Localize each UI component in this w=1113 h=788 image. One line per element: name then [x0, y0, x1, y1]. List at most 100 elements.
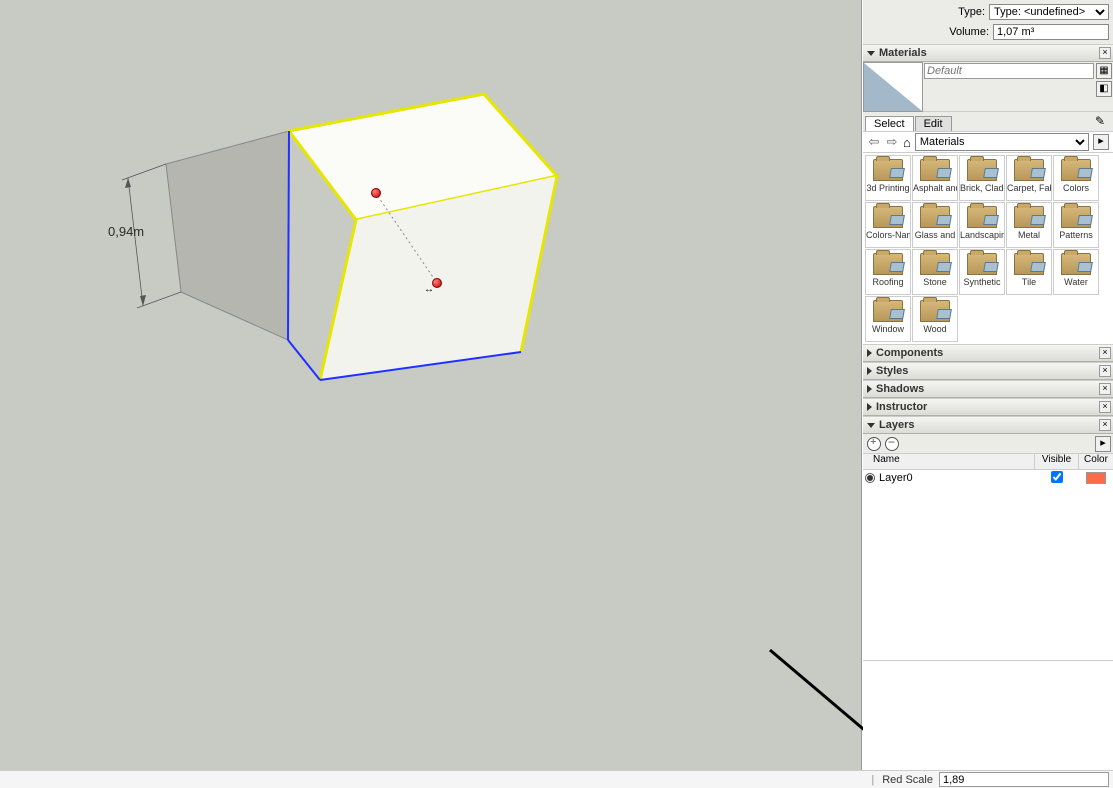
folder-icon: [873, 300, 903, 322]
materials-panel-body: ▦ ◧ Select Edit ✎ ⇦ ⇨ ⌂ Materials ▸ 3d P…: [863, 62, 1113, 344]
folder-icon: [920, 253, 950, 275]
folder-icon: [920, 206, 950, 228]
entity-info-panel: Type: Type: <undefined> Volume:: [863, 0, 1113, 44]
layers-panel-header[interactable]: Layers ×: [863, 416, 1113, 434]
3d-viewport[interactable]: 0,94m ↔: [0, 0, 862, 770]
folder-icon: [1014, 253, 1044, 275]
panel-title: Shadows: [876, 383, 924, 395]
close-icon[interactable]: ×: [1099, 347, 1111, 359]
layers-column-headers: Name Visible Color: [863, 454, 1113, 470]
panel-title: Layers: [879, 419, 914, 431]
layers-panel-body: ▸ Name Visible Color Layer0: [863, 434, 1113, 770]
remove-layer-button[interactable]: [885, 437, 899, 451]
column-name[interactable]: Name: [863, 454, 1035, 469]
instructor-panel-header[interactable]: Instructor ×: [863, 398, 1113, 416]
materials-tabs: Select Edit ✎: [863, 112, 1113, 131]
layer-name: Layer0: [879, 472, 1035, 484]
layer-color-swatch[interactable]: [1086, 472, 1106, 484]
folder-icon: [873, 253, 903, 275]
layers-list: Layer0: [863, 470, 1113, 660]
active-layer-radio[interactable]: [865, 473, 875, 483]
close-icon[interactable]: ×: [1099, 383, 1111, 395]
folder-3d-printing[interactable]: 3d Printing: [865, 155, 911, 201]
materials-library-combo[interactable]: Materials: [915, 133, 1089, 151]
type-dropdown[interactable]: Type: <undefined>: [989, 4, 1109, 20]
folder-glass[interactable]: Glass and: [912, 202, 958, 248]
shadows-panel-header[interactable]: Shadows ×: [863, 380, 1113, 398]
close-icon[interactable]: ×: [1099, 365, 1111, 377]
styles-panel-header[interactable]: Styles ×: [863, 362, 1113, 380]
volume-field: [993, 24, 1109, 40]
panel-title: Components: [876, 347, 943, 359]
folder-colors[interactable]: Colors: [1053, 155, 1099, 201]
nav-back-icon[interactable]: ⇦: [867, 135, 881, 149]
folder-roofing[interactable]: Roofing: [865, 249, 911, 295]
materials-nav-bar: ⇦ ⇨ ⌂ Materials ▸: [863, 131, 1113, 153]
folder-asphalt[interactable]: Asphalt and: [912, 155, 958, 201]
folder-stone[interactable]: Stone: [912, 249, 958, 295]
layer-row[interactable]: Layer0: [863, 470, 1113, 486]
panel-title: Materials: [879, 47, 927, 59]
add-layer-button[interactable]: [867, 437, 881, 451]
folder-icon: [1014, 206, 1044, 228]
volume-label: Volume:: [949, 26, 989, 38]
folder-icon: [967, 206, 997, 228]
folder-icon: [967, 159, 997, 181]
tab-edit[interactable]: Edit: [915, 116, 952, 131]
nav-home-icon[interactable]: ⌂: [903, 135, 911, 150]
expand-arrow-icon: [867, 403, 872, 411]
nav-forward-icon[interactable]: ⇨: [885, 135, 899, 149]
material-name-field[interactable]: [924, 63, 1094, 79]
close-icon[interactable]: ×: [1099, 401, 1111, 413]
components-panel-header[interactable]: Components ×: [863, 344, 1113, 362]
column-color[interactable]: Color: [1079, 454, 1113, 469]
panel-title: Instructor: [876, 401, 927, 413]
tray-sidebar: Type: Type: <undefined> Volume: Material…: [863, 0, 1113, 770]
materials-panel-header[interactable]: Materials ×: [863, 44, 1113, 62]
scale-cursor-icon: ↔: [424, 284, 434, 295]
set-default-icon[interactable]: ◧: [1096, 81, 1112, 97]
folder-carpet[interactable]: Carpet, Fabric: [1006, 155, 1052, 201]
folder-wood[interactable]: Wood: [912, 296, 958, 342]
dimension-label: 0,94m: [108, 224, 144, 239]
layer-visible-checkbox[interactable]: [1035, 471, 1079, 486]
close-icon[interactable]: ×: [1099, 419, 1111, 431]
folder-icon: [1014, 159, 1044, 181]
layers-toolbar: ▸: [863, 434, 1113, 454]
status-separator: |: [871, 774, 874, 786]
folder-brick[interactable]: Brick, Cladding: [959, 155, 1005, 201]
folder-icon: [967, 253, 997, 275]
expand-arrow-icon: [867, 367, 872, 375]
folder-metal[interactable]: Metal: [1006, 202, 1052, 248]
folder-landscaping[interactable]: Landscaping: [959, 202, 1005, 248]
folder-colors-named[interactable]: Colors-Named: [865, 202, 911, 248]
expand-arrow-icon: [867, 349, 872, 357]
folder-window[interactable]: Window: [865, 296, 911, 342]
tab-select[interactable]: Select: [865, 116, 914, 131]
folder-icon: [1061, 253, 1091, 275]
folder-icon: [920, 300, 950, 322]
expand-arrow-icon: [867, 385, 872, 393]
folder-icon: [920, 159, 950, 181]
folder-synthetic[interactable]: Synthetic: [959, 249, 1005, 295]
folder-icon: [1061, 206, 1091, 228]
column-visible[interactable]: Visible: [1035, 454, 1079, 469]
folder-icon: [873, 159, 903, 181]
layers-details-icon[interactable]: ▸: [1095, 436, 1111, 452]
scale-handle-origin[interactable]: [371, 188, 381, 198]
folder-patterns[interactable]: Patterns: [1053, 202, 1099, 248]
folder-water[interactable]: Water: [1053, 249, 1099, 295]
folder-tile[interactable]: Tile: [1006, 249, 1052, 295]
panel-title: Styles: [876, 365, 908, 377]
type-label: Type:: [958, 6, 985, 18]
folder-icon: [1061, 159, 1091, 181]
create-material-icon[interactable]: ▦: [1096, 63, 1112, 79]
collapse-arrow-icon: [867, 51, 875, 56]
close-icon[interactable]: ×: [1099, 47, 1111, 59]
measurement-input[interactable]: [939, 772, 1109, 787]
eyedropper-icon[interactable]: ✎: [1095, 114, 1111, 130]
material-preview-swatch[interactable]: [863, 62, 923, 112]
materials-folder-grid: 3d Printing Asphalt and Brick, Cladding …: [863, 153, 1113, 344]
details-menu-icon[interactable]: ▸: [1093, 134, 1109, 150]
model-canvas: [0, 0, 862, 770]
